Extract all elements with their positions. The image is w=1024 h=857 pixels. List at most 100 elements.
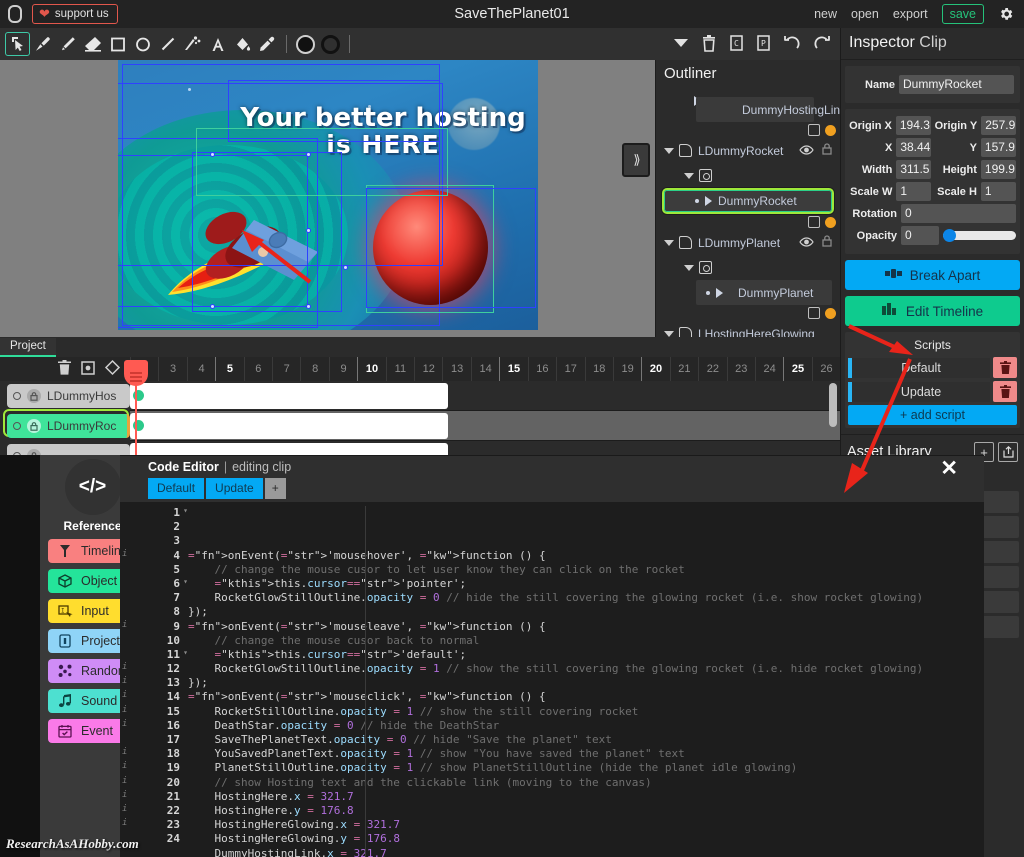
script-row-default[interactable]: Default [848, 357, 1017, 378]
disclosure-icon[interactable] [664, 147, 674, 154]
layer-chip-ldummyhos[interactable]: LDummyHos [7, 384, 130, 408]
code-line[interactable]: ="fn">onEvent(="str">'mousehover', ="kw"… [188, 549, 984, 563]
eye-icon[interactable] [799, 144, 814, 158]
ruler-tick[interactable]: 23 [726, 357, 755, 381]
code-line[interactable]: ="kthis">this.cursor=="str">'default'; [188, 648, 984, 662]
ruler-tick[interactable]: 10 [357, 357, 385, 381]
code-editor-area[interactable]: 1 ▾ 2 3 i 4 5 6 ▾ 7 8 i 9 10 11 ▾ i 12 i 13 i 14 i 15 i 16 17 i 18 i 1… [120, 502, 984, 857]
canvas-area[interactable]: Your better hosting is HERE ⟫ [0, 60, 655, 388]
add-frame-icon[interactable] [81, 360, 95, 378]
visibility-dot-icon[interactable] [13, 422, 21, 430]
chevron-down-icon[interactable] [674, 37, 688, 51]
edit-timeline-button[interactable]: Edit Timeline [845, 296, 1020, 326]
scale-h-field[interactable]: 1 [980, 182, 1016, 201]
ruler-tick[interactable]: 6 [243, 357, 272, 381]
playhead[interactable] [124, 360, 148, 457]
stroke-color-swatch[interactable] [318, 32, 343, 56]
code-line[interactable]: ="kthis">this.cursor=="str">'pointer'; [188, 577, 984, 591]
ruler-tick[interactable]: 14 [470, 357, 499, 381]
ruler-tick[interactable]: 21 [669, 357, 698, 381]
code-line[interactable]: DummyHostingLink.x = 321.7 [188, 847, 984, 857]
ruler-tick[interactable]: 20 [641, 357, 669, 381]
tab-update[interactable]: Update [206, 478, 263, 499]
code-line[interactable]: ="fn">onEvent(="str">'mouseclick', ="kw"… [188, 690, 984, 704]
disclosure-icon[interactable] [684, 172, 694, 179]
pencil-tool[interactable] [55, 32, 80, 56]
ruler-tick[interactable]: 16 [527, 357, 556, 381]
height-field[interactable]: 199.9 [980, 160, 1016, 179]
visibility-dot-icon[interactable] [13, 392, 21, 400]
timeline-vertical-scrollbar[interactable] [829, 383, 837, 427]
disclosure-icon[interactable] [684, 264, 694, 271]
code-line[interactable]: // change the mouse cusor to let user kn… [188, 563, 984, 577]
keyframe-dot-icon[interactable] [825, 216, 836, 228]
disclosure-icon[interactable] [664, 239, 674, 246]
redo-icon[interactable] [814, 35, 830, 53]
ruler-tick[interactable]: 24 [754, 357, 783, 381]
code-line[interactable]: YouSavedPlanetText.opacity = 1 // show "… [188, 747, 984, 761]
text-tool[interactable] [205, 32, 230, 56]
code-line[interactable]: RocketGlowStillOutline.opacity = 0 // hi… [188, 591, 984, 605]
cursor-tool[interactable] [5, 32, 30, 56]
delete-script-button[interactable] [993, 357, 1017, 378]
lock-icon[interactable] [27, 419, 41, 433]
ruler-tick[interactable]: 13 [442, 357, 470, 381]
y-field[interactable]: 157.9 [980, 138, 1016, 157]
ruler-tick[interactable]: 3 [158, 357, 186, 381]
close-icon[interactable]: ✕ [940, 458, 958, 479]
code-line[interactable]: HostingHereGlowing.y = 176.8 [188, 832, 984, 846]
open-button[interactable]: open [851, 7, 879, 21]
code-line[interactable]: RocketGlowStillOutline.opacity = 1 // sh… [188, 662, 984, 676]
ruler-tick[interactable]: 26 [811, 357, 840, 381]
code-content[interactable]: ="fn">onEvent(="str">'mousehover', ="kw"… [188, 502, 984, 857]
disclosure-icon[interactable] [664, 330, 674, 337]
sidebar-item-dummyhostinglink[interactable]: DummyHostingLink [696, 97, 840, 122]
sidebar-item-ldummyrocket[interactable]: LDummyRocket [656, 138, 840, 163]
tab-default[interactable]: Default [148, 478, 205, 499]
sidebar-item-ldummyplanet[interactable]: LDummyPlanet [656, 230, 840, 255]
rectangle-tool[interactable] [105, 32, 130, 56]
paste-frame-icon[interactable]: P [757, 34, 770, 54]
ruler-tick[interactable]: 4 [186, 357, 215, 381]
opacity-slider[interactable] [943, 229, 1016, 242]
fill-color-swatch[interactable] [293, 32, 318, 56]
trash-icon[interactable] [702, 34, 716, 54]
disclosure-icon[interactable] [705, 196, 712, 206]
eraser-tool[interactable] [80, 32, 105, 56]
code-line[interactable]: HostingHere.y = 176.8 [188, 804, 984, 818]
eye-icon[interactable] [799, 236, 814, 250]
ruler-tick[interactable]: 25 [783, 357, 811, 381]
code-line[interactable]: }); [188, 676, 984, 690]
ruler-tick[interactable]: 7 [272, 357, 300, 381]
add-script-button[interactable]: + add script [848, 405, 1017, 425]
code-line[interactable]: }); [188, 605, 984, 619]
brush-tool[interactable] [30, 32, 55, 56]
keyframe-dot-icon[interactable] [825, 307, 836, 319]
lock-icon[interactable] [822, 143, 832, 158]
new-button[interactable]: new [814, 7, 837, 21]
outliner-frame-row[interactable] [656, 163, 840, 188]
tab-project[interactable]: Project [0, 338, 56, 357]
ruler-tick[interactable]: 22 [698, 357, 726, 381]
timeline-ruler[interactable]: 2345678910111213141516171819202122232425… [130, 357, 840, 381]
timeline-layer-row[interactable]: LDummyRoc [0, 411, 130, 441]
ruler-tick[interactable]: 15 [499, 357, 527, 381]
ruler-tick[interactable]: 11 [385, 357, 414, 381]
timeline-layer-row[interactable]: LDummyHos [0, 381, 130, 411]
sidebar-item-dummyplanet[interactable]: DummyPlanet [696, 280, 832, 305]
fill-bucket-tool[interactable] [230, 32, 255, 56]
ruler-tick[interactable]: 8 [300, 357, 328, 381]
keyframe-dot-icon[interactable] [825, 124, 836, 136]
x-field[interactable]: 38.44 [896, 138, 932, 157]
scale-w-field[interactable]: 1 [896, 182, 932, 201]
ruler-tick[interactable]: 5 [215, 357, 243, 381]
ellipse-tool[interactable] [130, 32, 155, 56]
support-us-button[interactable]: ❤ support us [32, 4, 118, 24]
disclosure-icon[interactable] [716, 287, 723, 298]
origin-x-field[interactable]: 194.3 [895, 116, 931, 135]
opacity-field[interactable]: 0 [901, 226, 939, 245]
code-line[interactable]: ="fn">onEvent(="str">'mouseleave', ="kw"… [188, 620, 984, 634]
code-line[interactable]: HostingHereGlowing.x = 321.7 [188, 818, 984, 832]
frame-icon[interactable] [808, 124, 820, 136]
save-button[interactable]: save [941, 4, 984, 24]
